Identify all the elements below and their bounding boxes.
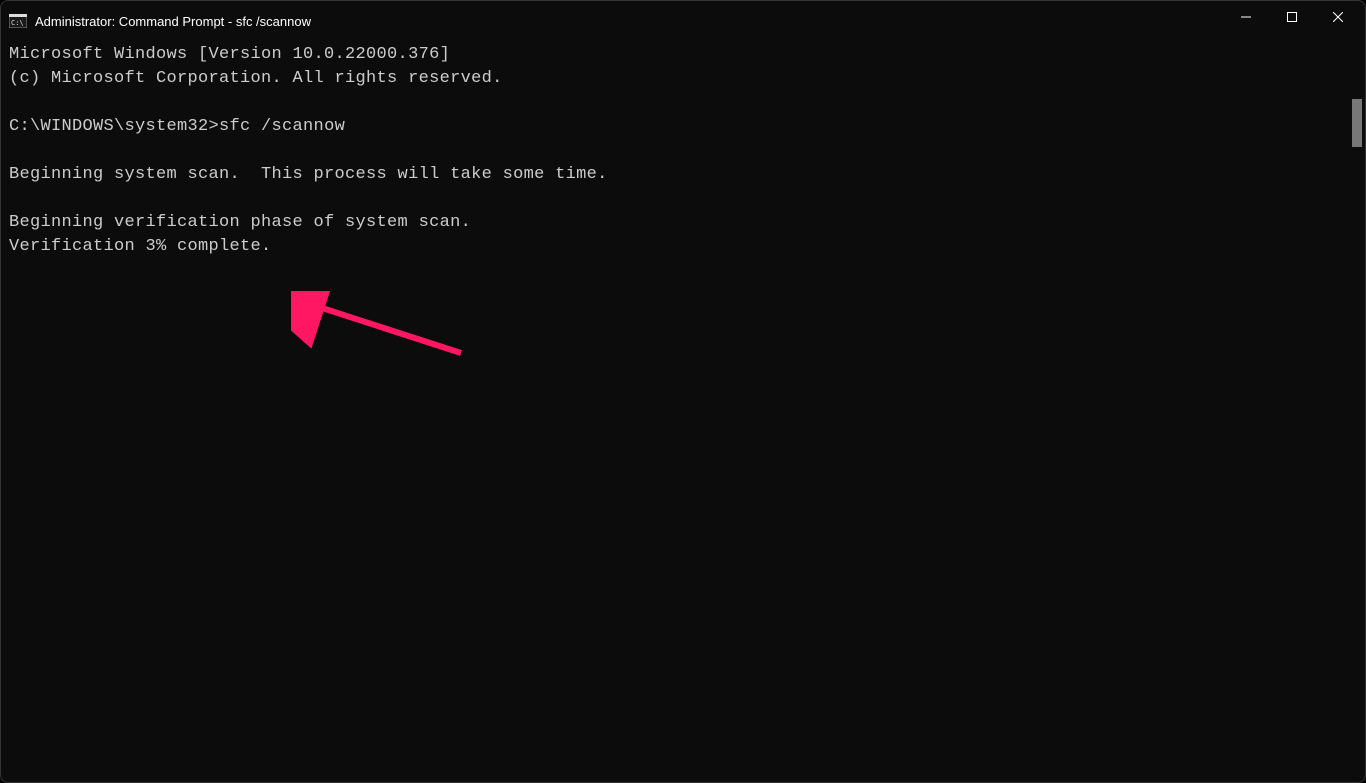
- prompt-text: C:\WINDOWS\system32>: [9, 117, 219, 136]
- scrollbar-thumb[interactable]: [1352, 99, 1362, 147]
- version-line: Microsoft Windows [Version 10.0.22000.37…: [9, 45, 450, 64]
- cmd-icon: C:\: [9, 14, 27, 28]
- svg-text:C:\: C:\: [11, 19, 24, 27]
- command-prompt-window: C:\ Administrator: Command Prompt - sfc …: [0, 0, 1366, 783]
- copyright-line: (c) Microsoft Corporation. All rights re…: [9, 69, 503, 88]
- minimize-button[interactable]: [1223, 1, 1269, 33]
- command-text: sfc /scannow: [219, 117, 345, 136]
- annotation-arrow-icon: [291, 291, 471, 361]
- verification-progress-line: Verification 3% complete.: [9, 237, 272, 256]
- close-button[interactable]: [1315, 1, 1361, 33]
- titlebar[interactable]: C:\ Administrator: Command Prompt - sfc …: [1, 1, 1365, 41]
- maximize-button[interactable]: [1269, 1, 1315, 33]
- terminal-area[interactable]: Microsoft Windows [Version 10.0.22000.37…: [1, 41, 1365, 782]
- window-title: Administrator: Command Prompt - sfc /sca…: [35, 14, 1223, 29]
- scan-begin-line: Beginning system scan. This process will…: [9, 165, 608, 184]
- verification-phase-line: Beginning verification phase of system s…: [9, 213, 471, 232]
- window-controls: [1223, 1, 1361, 41]
- terminal-output: Microsoft Windows [Version 10.0.22000.37…: [1, 41, 1365, 261]
